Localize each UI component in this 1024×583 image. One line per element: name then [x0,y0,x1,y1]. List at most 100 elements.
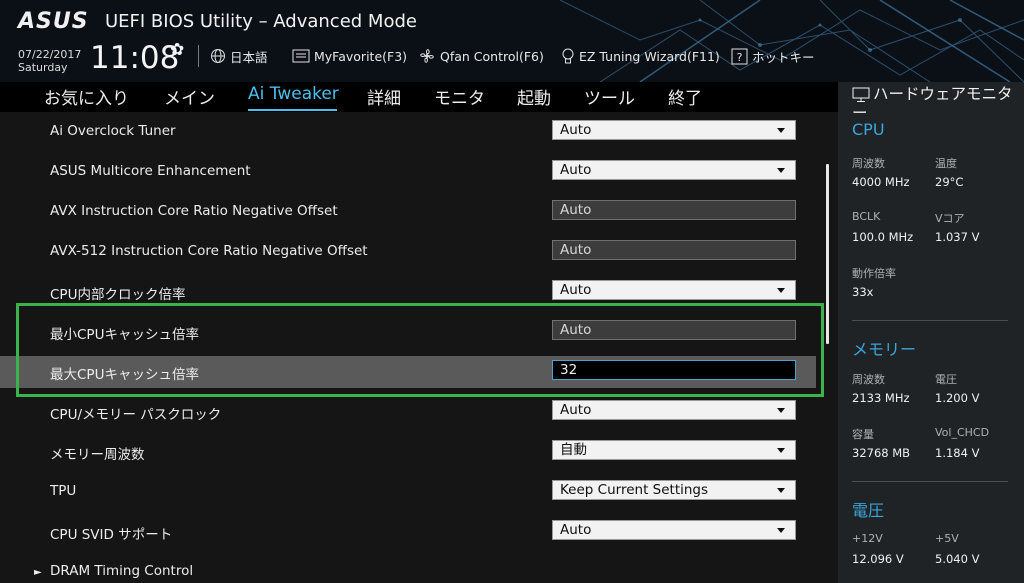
hardware-monitor-title: ハードウェアモニター [852,85,1018,123]
field-value: Auto [560,242,592,258]
ez-tuning-wizard-button[interactable]: EZ Tuning Wizard(F11) [561,47,720,65]
scrollbar[interactable] [826,164,829,344]
setting-row-memory-frequency[interactable]: メモリー周波数 自動 [0,438,816,470]
clock-time[interactable]: 11:08 [90,40,179,76]
hotkeys-label: ホットキー [752,49,815,65]
cpu-svid-support-dropdown[interactable]: Auto [552,520,796,540]
vol-chcd-value: 1.184 V [935,446,980,460]
setting-label: メモリー周波数 [50,447,145,463]
globe-icon [211,49,225,63]
tab-ai-tweaker[interactable]: Ai Tweaker [248,84,339,104]
plus12v-value: 12.096 V [852,552,904,566]
cpu-temperature-value: 29°C [935,175,964,189]
memory-section-heading: メモリー [852,340,917,359]
memory-frequency-value: 2133 MHz [852,391,910,405]
dropdown-arrow-icon [777,288,785,293]
tab-monitor[interactable]: モニタ [434,84,485,109]
dropdown-value: 自動 [560,442,587,458]
fan-icon [420,49,434,63]
setting-row-ai-overclock-tuner[interactable]: Ai Overclock Tuner Auto [0,118,816,150]
setting-label: CPU SVID サポート [50,527,173,543]
tpu-dropdown[interactable]: Keep Current Settings [552,480,796,500]
active-tab-underline [248,109,337,111]
ai-overclock-tuner-dropdown[interactable]: Auto [552,120,796,140]
memory-capacity-label: 容量 [852,428,874,441]
dropdown-arrow-icon [777,528,785,533]
setting-row-avx-offset[interactable]: AVX Instruction Core Ratio Negative Offs… [0,198,816,230]
day-text: Saturday [18,61,68,74]
voltage-section-heading: 電圧 [852,501,885,520]
lightbulb-icon [562,48,574,64]
asus-multicore-enhancement-dropdown[interactable]: Auto [552,160,796,180]
setting-row-asus-multicore-enhancement[interactable]: ASUS Multicore Enhancement Auto [0,158,816,190]
setting-label: ASUS Multicore Enhancement [50,163,251,179]
setting-row-avx512-offset[interactable]: AVX-512 Instruction Core Ratio Negative … [0,238,816,270]
gear-icon[interactable]: ✿ [170,40,184,60]
vcore-value: 1.037 V [935,230,980,244]
section-divider [852,481,1008,482]
hardware-monitor-title-text: ハードウェアモニター [852,85,1013,122]
main-menu-bar: お気に入り メイン Ai Tweaker 詳細 モニタ 起動 ツール 終了 [0,82,838,112]
plus5v-label: +5V [935,532,959,545]
vcore-label: Vコア [935,212,965,225]
avx512-offset-field: Auto [552,240,796,260]
question-icon: ? [731,48,748,64]
tab-exit[interactable]: 終了 [668,84,702,109]
cpu-frequency-value: 4000 MHz [852,175,910,189]
language-button[interactable]: 日本語 [210,47,268,65]
qfan-control-button[interactable]: Qfan Control(F6) [418,47,544,65]
highlight-annotation-box [16,303,824,397]
dropdown-value: Auto [560,402,592,418]
cpu-ratio-label: 動作倍率 [852,267,896,280]
cpu-ratio-value: 33x [852,285,874,299]
memory-capacity-value: 32768 MB [852,446,911,460]
memory-voltage-value: 1.200 V [935,391,980,405]
section-divider [852,320,1008,321]
setting-label: AVX Instruction Core Ratio Negative Offs… [50,203,338,219]
dropdown-value: Auto [560,522,592,538]
svg-text:?: ? [737,51,743,64]
myfavorite-button[interactable]: MyFavorite(F3) [292,47,407,65]
tab-boot[interactable]: 起動 [517,84,551,109]
setting-label: CPU/メモリー パスクロック [50,407,222,423]
vol-chcd-label: Vol_CHCD [935,426,990,439]
tab-advanced[interactable]: 詳細 [367,84,401,109]
cpu-memory-strap-dropdown[interactable]: Auto [552,400,796,420]
app-title: UEFI BIOS Utility – Advanced Mode [105,11,417,32]
bclk-value: 100.0 MHz [852,230,914,244]
bclk-label: BCLK [852,210,881,223]
memory-frequency-label: 周波数 [852,373,885,386]
date-text: 07/22/2017 [18,48,82,61]
date-display: 07/22/2017 Saturday [18,48,81,74]
memory-frequency-dropdown[interactable]: 自動 [552,440,796,460]
setting-row-cpu-svid-support[interactable]: CPU SVID サポート Auto [0,518,816,550]
hardware-monitor-panel: ハードウェアモニター CPU 周波数 温度 4000 MHz 29°C BCLK… [838,82,1024,583]
setting-label: TPU [50,483,77,499]
language-label: 日本語 [230,49,268,65]
asus-logo: ASUS [18,9,89,34]
favorite-list-icon [292,49,310,63]
plus12v-label: +12V [852,532,883,545]
submenu-dram-timing-control[interactable]: ► DRAM Timing Control [34,563,193,579]
dropdown-value: Auto [560,162,592,178]
dropdown-arrow-icon [777,128,785,133]
tab-main[interactable]: メイン [164,84,215,109]
ez-tuning-wizard-label: EZ Tuning Wizard(F11) [579,48,720,64]
submenu-label: DRAM Timing Control [50,563,194,579]
plus5v-value: 5.040 V [935,552,980,566]
setting-label: AVX-512 Instruction Core Ratio Negative … [50,243,368,259]
cpu-temperature-label: 温度 [935,157,957,170]
tab-tool[interactable]: ツール [584,84,635,109]
cpu-frequency-label: 周波数 [852,157,885,170]
hotkeys-button[interactable]: ? ホットキー [731,47,815,65]
field-value: Auto [560,202,592,218]
setting-row-tpu[interactable]: TPU Keep Current Settings [0,478,816,510]
dropdown-value: Auto [560,122,592,138]
setting-label: Ai Overclock Tuner [50,123,176,139]
dropdown-arrow-icon [777,448,785,453]
cpu-core-ratio-dropdown[interactable]: Auto [552,280,796,300]
setting-row-cpu-memory-strap[interactable]: CPU/メモリー パスクロック Auto [0,398,816,430]
avx-offset-field: Auto [552,200,796,220]
tab-favorites[interactable]: お気に入り [44,84,129,109]
dropdown-arrow-icon [777,488,785,493]
